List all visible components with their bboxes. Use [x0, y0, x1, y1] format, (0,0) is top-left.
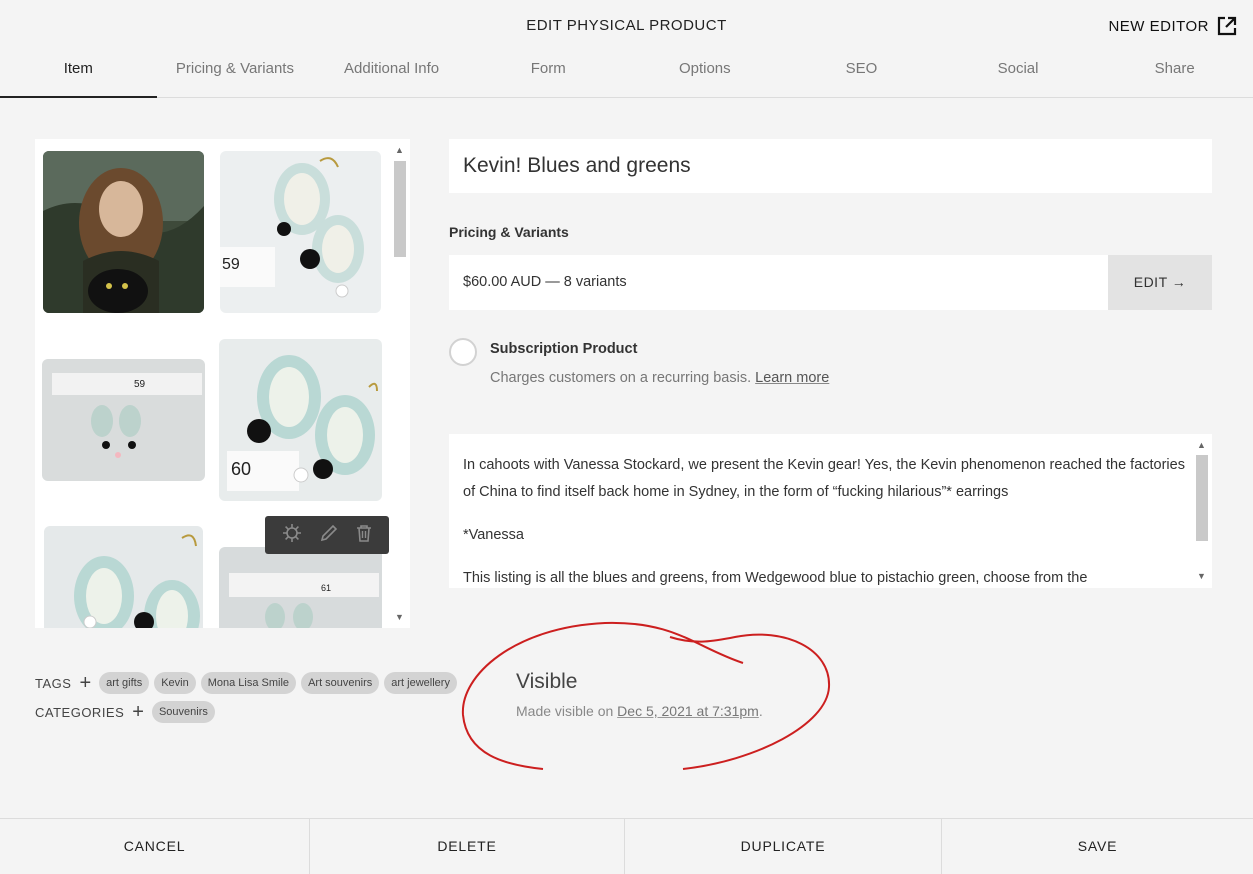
tab-options[interactable]: Options [627, 48, 784, 97]
categories-label: CATEGORIES [35, 704, 125, 720]
tag-chip[interactable]: Mona Lisa Smile [200, 672, 297, 694]
tab-seo[interactable]: SEO [783, 48, 940, 97]
red-circle-annotation [461, 621, 831, 770]
product-image-thumb[interactable]: 61 [219, 547, 382, 628]
delete-button[interactable]: DELETE [310, 819, 625, 874]
edit-pencil-icon[interactable] [319, 523, 339, 548]
pricing-section-label: Pricing & Variants [449, 224, 569, 240]
image-toolbar [265, 516, 389, 554]
visibility-date[interactable]: Dec 5, 2021 at 7:31pm [617, 703, 759, 719]
tag-chip[interactable]: art gifts [99, 672, 150, 694]
tags-label: TAGS [35, 675, 72, 691]
tab-additional-info[interactable]: Additional Info [313, 48, 470, 97]
tab-form[interactable]: Form [470, 48, 627, 97]
gallery-scroll-thumb[interactable] [394, 161, 406, 257]
tag-chip[interactable]: art jewellery [384, 672, 457, 694]
description-paragraph: This listing is all the blues and greens… [463, 570, 1088, 586]
description-scrollbar[interactable]: ▲ ▼ [1192, 434, 1212, 588]
cancel-button[interactable]: CANCEL [0, 819, 310, 874]
subscription-title: Subscription Product [490, 341, 638, 357]
tab-item[interactable]: Item [0, 48, 157, 98]
page-title: EDIT PHYSICAL PRODUCT [526, 17, 727, 34]
subscription-desc-text: Charges customers on a recurring basis. [490, 370, 752, 386]
tags-row: TAGS + art gifts Kevin Mona Lisa Smile A… [35, 671, 462, 695]
image-gallery: 59 59 60 61 ▲ ▼ [35, 139, 410, 628]
gallery-scrollbar[interactable]: ▲ ▼ [390, 139, 410, 628]
description-paragraph: *Vanessa [463, 527, 524, 543]
description-paragraph: In cahoots with Vanessa Stockard, we pre… [463, 457, 1185, 500]
product-image-thumb[interactable] [44, 526, 203, 628]
category-chip[interactable]: Souvenirs [151, 701, 215, 723]
product-image-thumb[interactable]: 60 [219, 339, 382, 501]
new-editor-link[interactable]: NEW EDITOR [1108, 16, 1237, 36]
description-editor[interactable]: In cahoots with Vanessa Stockard, we pre… [449, 434, 1212, 588]
new-editor-label: NEW EDITOR [1108, 17, 1209, 35]
product-title-input[interactable] [449, 139, 1212, 193]
thumb-number: 59 [134, 379, 146, 390]
add-category-plus-icon[interactable]: + [132, 702, 144, 722]
visibility-details: Made visible on Dec 5, 2021 at 7:31pm. [516, 703, 763, 719]
scroll-up-arrow-icon[interactable]: ▲ [395, 145, 404, 155]
subscription-radio[interactable] [449, 338, 477, 366]
duplicate-button[interactable]: DUPLICATE [625, 819, 942, 874]
add-tag-plus-icon[interactable]: + [79, 673, 91, 693]
product-image-thumb[interactable]: 59 [220, 151, 381, 313]
description-scroll-thumb[interactable] [1196, 455, 1208, 541]
tag-chip[interactable]: Art souvenirs [301, 672, 380, 694]
learn-more-link[interactable]: Learn more [755, 370, 829, 386]
tab-pricing-variants[interactable]: Pricing & Variants [157, 48, 314, 97]
edit-pricing-button[interactable]: EDIT → [1108, 255, 1212, 310]
thumb-number: 61 [321, 583, 331, 593]
tab-social[interactable]: Social [940, 48, 1097, 97]
scroll-up-arrow-icon[interactable]: ▲ [1197, 440, 1206, 450]
footer-actions: CANCEL DELETE DUPLICATE SAVE [0, 818, 1253, 874]
tab-bar: Item Pricing & Variants Additional Info … [0, 48, 1253, 98]
pricing-summary: $60.00 AUD — 8 variants [463, 274, 627, 290]
tab-share[interactable]: Share [1096, 48, 1253, 97]
save-button[interactable]: SAVE [942, 819, 1253, 874]
visibility-suffix: . [758, 703, 763, 719]
tag-chip[interactable]: Kevin [154, 672, 196, 694]
scroll-down-arrow-icon[interactable]: ▼ [395, 612, 404, 622]
product-image-thumb[interactable]: 59 [42, 359, 205, 481]
thumb-number: 59 [222, 256, 240, 273]
description-text[interactable]: In cahoots with Vanessa Stockard, we pre… [463, 452, 1191, 588]
visibility-status[interactable]: Visible [516, 670, 577, 694]
trash-icon[interactable] [356, 524, 372, 547]
external-link-icon [1217, 16, 1237, 36]
visibility-prefix: Made visible on [516, 703, 614, 719]
subscription-description: Charges customers on a recurring basis. … [490, 370, 829, 386]
categories-row: CATEGORIES + Souvenirs [35, 700, 220, 724]
scroll-down-arrow-icon[interactable]: ▼ [1197, 571, 1206, 581]
product-image-thumb[interactable] [43, 151, 204, 313]
focal-point-icon[interactable] [282, 523, 302, 548]
thumb-number: 60 [231, 459, 251, 479]
pricing-summary-box: $60.00 AUD — 8 variants EDIT → [449, 255, 1212, 310]
